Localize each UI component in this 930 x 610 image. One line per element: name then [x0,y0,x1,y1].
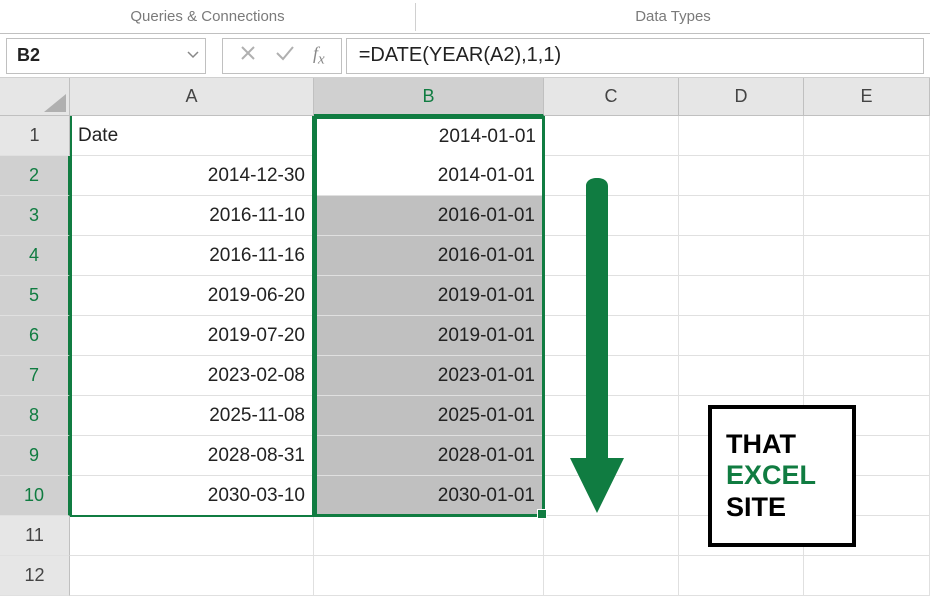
cell-A10[interactable]: 2030-03-10 [70,476,314,516]
row-header-3[interactable]: 3 [0,196,70,236]
cell-E4[interactable] [804,236,930,276]
cell-D1[interactable] [679,116,804,156]
cell-C1[interactable] [544,116,679,156]
cell-C11[interactable] [544,516,679,556]
formula-row: B2 fx =DATE(YEAR(A2),1,1) [0,34,930,78]
row-header-6[interactable]: 6 [0,316,70,356]
cell-C12[interactable] [544,556,679,596]
cell-A1[interactable]: Date [70,116,314,156]
ribbon-group-queries[interactable]: Queries & Connections [0,0,415,33]
cell-C5[interactable] [544,276,679,316]
cell-E7[interactable] [804,356,930,396]
cell-B11[interactable] [314,516,544,556]
cell-A6[interactable]: 2019-07-20 [70,316,314,356]
column-header-B[interactable]: B [314,78,544,116]
cell-B8[interactable]: 2025-01-01 [314,396,544,436]
cell-C3[interactable] [544,196,679,236]
cell-A12[interactable] [70,556,314,596]
row-header-11[interactable]: 11 [0,516,70,556]
cell-A11[interactable] [70,516,314,556]
cell-C6[interactable] [544,316,679,356]
cell-D5[interactable] [679,276,804,316]
cell-A7[interactable]: 2023-02-08 [70,356,314,396]
column-header-A[interactable]: A [70,78,314,116]
chevron-down-icon[interactable] [187,50,199,62]
cell-C2[interactable] [544,156,679,196]
cell-D12[interactable] [679,556,804,596]
cell-B9[interactable]: 2028-01-01 [314,436,544,476]
cell-E10[interactable] [804,476,930,516]
cancel-icon[interactable] [239,44,257,68]
ribbon-group-datatypes[interactable]: Data Types [416,0,930,33]
select-all-corner[interactable] [0,78,70,116]
cell-B10[interactable]: 2030-01-01 [314,476,544,516]
ribbon-group-row: Queries & Connections Data Types [0,0,930,34]
enter-icon[interactable] [275,44,295,67]
cell-D9[interactable] [679,436,804,476]
cell-A3[interactable]: 2016-11-10 [70,196,314,236]
cell-D2[interactable] [679,156,804,196]
cell-E9[interactable] [804,436,930,476]
cell-D3[interactable] [679,196,804,236]
cell-E1[interactable] [804,116,930,156]
row-header-4[interactable]: 4 [0,236,70,276]
cell-C10[interactable] [544,476,679,516]
cell-C4[interactable] [544,236,679,276]
cell-B2[interactable]: 2014-01-01 [314,156,544,196]
cell-D6[interactable] [679,316,804,356]
cell-A8[interactable]: 2025-11-08 [70,396,314,436]
cell-B3[interactable]: 2016-01-01 [314,196,544,236]
cell-D7[interactable] [679,356,804,396]
name-box-value: B2 [17,45,40,66]
cell-B5[interactable]: 2019-01-01 [314,276,544,316]
column-header-D[interactable]: D [679,78,804,116]
cell-A4[interactable]: 2016-11-16 [70,236,314,276]
cell-B4[interactable]: 2016-01-01 [314,236,544,276]
cell-E5[interactable] [804,276,930,316]
cell-E6[interactable] [804,316,930,356]
cell-A9[interactable]: 2028-08-31 [70,436,314,476]
row-header-2[interactable]: 2 [0,156,70,196]
row-header-10[interactable]: 10 [0,476,70,516]
cell-B12[interactable] [314,556,544,596]
row-header-5[interactable]: 5 [0,276,70,316]
cell-D8[interactable] [679,396,804,436]
row-header-9[interactable]: 9 [0,436,70,476]
cell-D4[interactable] [679,236,804,276]
name-box[interactable]: B2 [6,38,206,74]
row-header-7[interactable]: 7 [0,356,70,396]
cell-C9[interactable] [544,436,679,476]
row-header-12[interactable]: 12 [0,556,70,596]
cell-D10[interactable] [679,476,804,516]
row-header-1[interactable]: 1 [0,116,70,156]
formula-buttons: fx [222,38,342,74]
spreadsheet-grid[interactable]: ABCDE1DateFirst Day of Year22014-12-3020… [0,78,930,596]
formula-bar-value: =DATE(YEAR(A2),1,1) [359,44,561,67]
column-header-C[interactable]: C [544,78,679,116]
fx-icon[interactable]: fx [313,43,325,69]
cell-D11[interactable] [679,516,804,556]
cell-B6[interactable]: 2019-01-01 [314,316,544,356]
cell-E12[interactable] [804,556,930,596]
formula-bar[interactable]: =DATE(YEAR(A2),1,1) [346,38,924,74]
cell-E11[interactable] [804,516,930,556]
cell-E8[interactable] [804,396,930,436]
cell-A2[interactable]: 2014-12-30 [70,156,314,196]
cell-E2[interactable] [804,156,930,196]
row-header-8[interactable]: 8 [0,396,70,436]
cell-B7[interactable]: 2023-01-01 [314,356,544,396]
cell-A5[interactable]: 2019-06-20 [70,276,314,316]
cell-C8[interactable] [544,396,679,436]
cell-B1[interactable]: First Day of Year [314,116,544,156]
cell-C7[interactable] [544,356,679,396]
cell-E3[interactable] [804,196,930,236]
column-header-E[interactable]: E [804,78,930,116]
